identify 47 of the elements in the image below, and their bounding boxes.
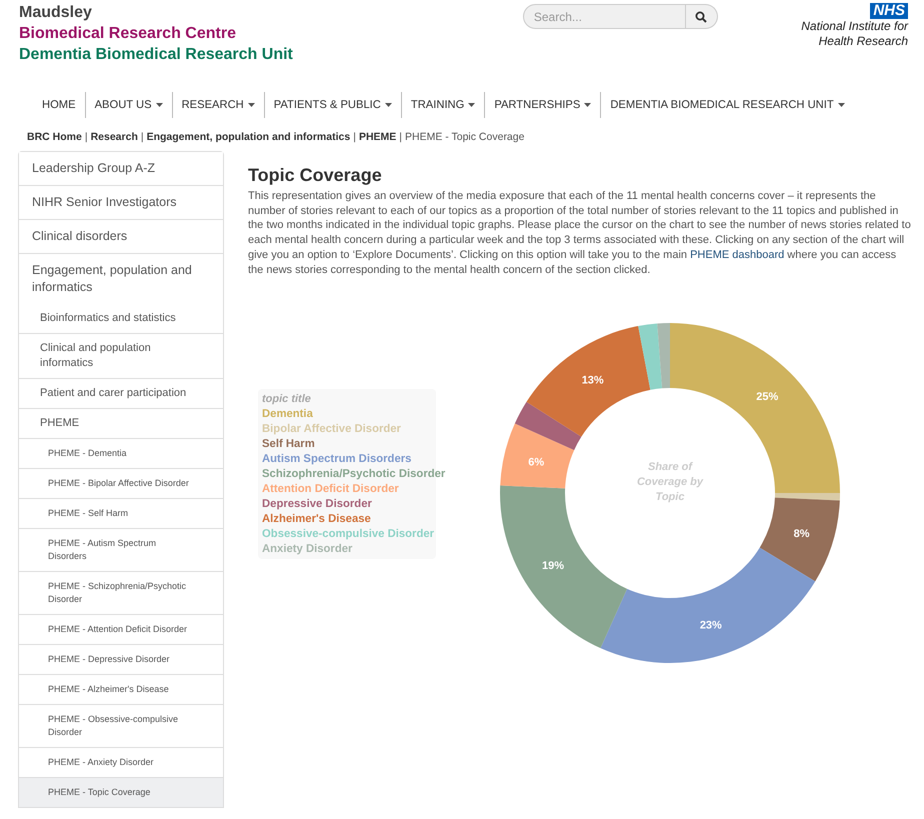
donut-slice[interactable] — [526, 326, 650, 437]
donut-slice[interactable] — [500, 486, 628, 648]
donut-slice[interactable] — [500, 424, 574, 489]
logo-badge: NHS — [870, 3, 908, 19]
slice-label: 13% — [582, 374, 604, 386]
search-icon[interactable] — [695, 10, 708, 22]
nav-link[interactable]: RESEARCH — [172, 92, 264, 118]
donut-slice[interactable] — [760, 498, 840, 582]
breadcrumb-link[interactable]: Research — [90, 130, 138, 146]
logo-text: Health Research — [818, 34, 908, 49]
page-heading: Topic Coverage — [248, 164, 383, 186]
slice-label: 25% — [756, 391, 778, 403]
site-title: Maudsley — [19, 3, 93, 23]
legend-item[interactable]: Self Harm — [262, 437, 462, 452]
sidebar-subsublink[interactable]: PHEME - Topic Coverage — [19, 778, 223, 808]
breadcrumb-separator: | — [353, 130, 356, 146]
slice-label: 8% — [794, 528, 810, 540]
breadcrumb-separator: | — [399, 130, 402, 146]
sidebar-link[interactable]: Leadership Group A-Z — [19, 152, 223, 186]
donut-slice[interactable] — [600, 548, 816, 663]
nav-link[interactable]: HOME — [33, 92, 85, 118]
donut-slice[interactable] — [774, 493, 840, 501]
nav-link[interactable]: TRAINING — [400, 92, 484, 118]
breadcrumb-link[interactable]: PHEME — [358, 130, 396, 146]
nav-link[interactable]: PARTNERSHIPS — [484, 92, 600, 118]
nav-link[interactable]: DEMENTIA BIOMEDICAL RESEARCH UNIT — [600, 92, 854, 118]
site-title: Dementia Biomedical Research Unit — [19, 45, 293, 65]
search-field[interactable]: Search... — [522, 4, 686, 29]
slice-label: 23% — [700, 620, 722, 632]
donut-slice[interactable] — [514, 402, 582, 450]
breadcrumb-separator: | — [140, 130, 144, 146]
slice-label: 19% — [542, 560, 564, 572]
site-title: Biomedical Research Centre — [19, 24, 237, 44]
nav-link[interactable]: ABOUT US — [84, 92, 172, 118]
breadcrumb-separator: | — [84, 130, 88, 146]
breadcrumb-current: PHEME - Topic Coverage — [405, 130, 524, 146]
breadcrumb-link[interactable]: BRC Home — [27, 130, 82, 146]
slice-label: 6% — [528, 456, 544, 469]
breadcrumb-link[interactable]: Engagement, population and informatics — [146, 130, 350, 146]
legend-item[interactable]: Depressive Disorder — [262, 497, 462, 512]
nav-link[interactable]: PATIENTS & PUBLIC — [264, 92, 401, 118]
search-button[interactable] — [686, 4, 718, 29]
legend-title: topic title — [262, 392, 312, 408]
intro-paragraph: This representation gives an overview of the media exposure that each of the 11 mental health concerns cover – it represents the number of stories relevant to each of our topics as a proportion of the total number of stories relevant to the 11 topics and published in the two months indicated in the individual topic graphs. Please place the cursor on the chart to see the number of news stories related to each mental health concern during a particular week and the top 3 terms associated with these. Clicking on any section of the chart will give you an option to ‘Explore Documents’. Clicking on this option will take you to the main PHEME dashboard where you can access the news stories corresponding to the mental health concern of the section clicked. — [248, 189, 912, 278]
logo-text: National Institute for — [801, 19, 908, 34]
donut-slice[interactable] — [638, 324, 662, 390]
dashboard-link[interactable]: PHEME dashboard — [690, 248, 784, 261]
